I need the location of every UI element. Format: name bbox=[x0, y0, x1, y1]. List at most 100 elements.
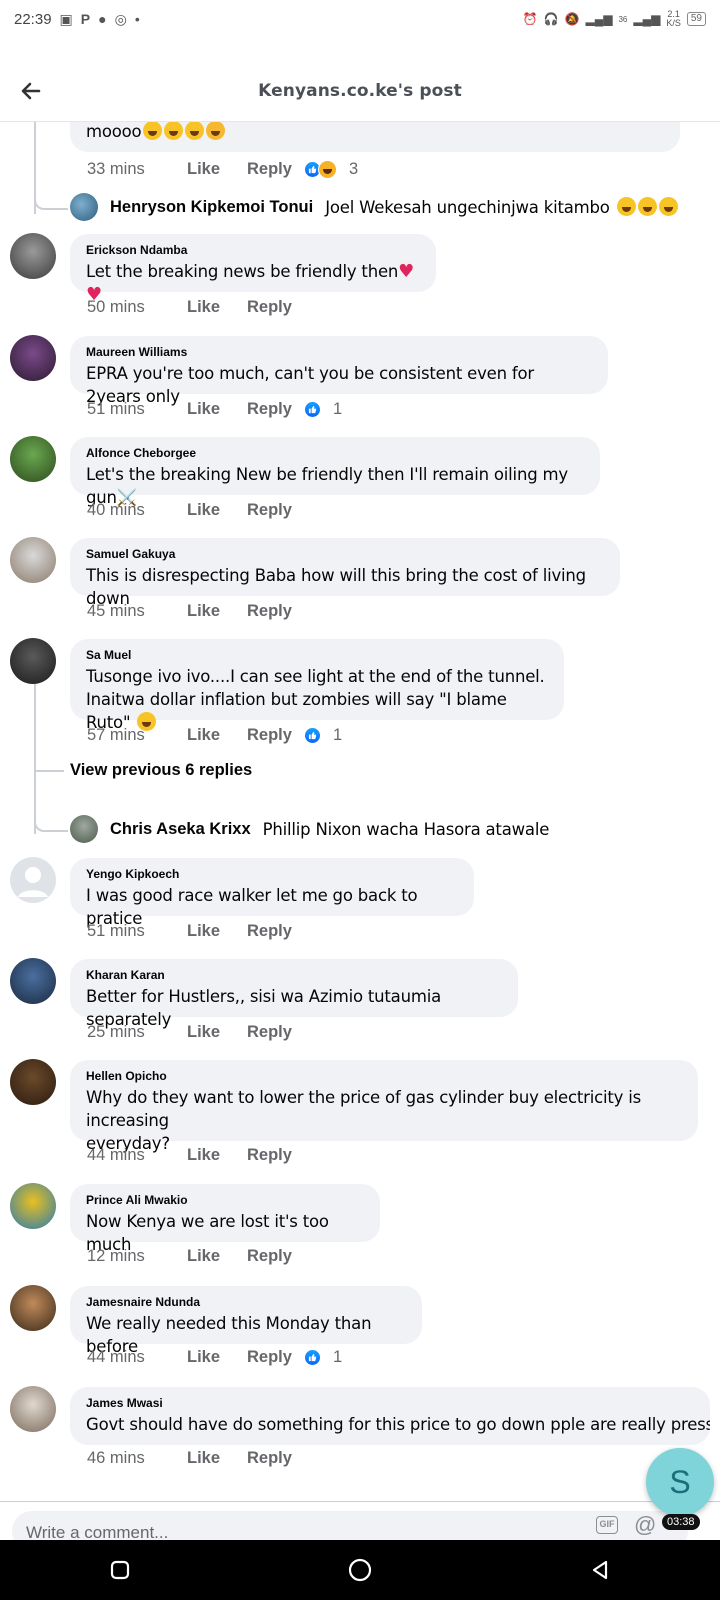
avatar[interactable] bbox=[10, 638, 56, 684]
comment-author[interactable]: Hellen Opicho bbox=[86, 1069, 682, 1083]
like-button[interactable]: Like bbox=[187, 922, 227, 941]
system-icons: ⏰ 🎧 🔕 ▂▄▆ 36 ▂▄▆ 2.1 K/S 59 bbox=[523, 10, 706, 28]
chat-head-timer: 03:38 bbox=[662, 1514, 700, 1530]
home-icon[interactable] bbox=[340, 1550, 380, 1590]
avatar[interactable] bbox=[70, 193, 98, 221]
reply-button[interactable]: Reply bbox=[247, 922, 292, 941]
comment-actions: 44 mins Like Reply 1 bbox=[87, 1348, 342, 1367]
comment-bubble: James Mwasi Govt should have do somethin… bbox=[70, 1387, 710, 1445]
comment-actions: 33 mins Like Reply 3 bbox=[87, 160, 358, 179]
like-button[interactable]: Like bbox=[187, 298, 227, 317]
reply-author[interactable]: Henryson Kipkemoi Tonui bbox=[110, 198, 313, 217]
comment-author[interactable]: Alfonce Cheborgee bbox=[86, 446, 584, 460]
comment-author[interactable]: Kharan Karan bbox=[86, 968, 502, 982]
chat-head-bubble[interactable]: S bbox=[646, 1448, 714, 1516]
reply-button[interactable]: Reply bbox=[247, 1348, 292, 1367]
avatar[interactable] bbox=[10, 233, 56, 279]
comment-author[interactable]: Samuel Gakuya bbox=[86, 547, 604, 561]
like-button[interactable]: Like bbox=[187, 160, 227, 179]
reactions[interactable]: 1 bbox=[303, 726, 343, 745]
recents-icon[interactable] bbox=[100, 1550, 140, 1590]
comment-bubble: Kharan Karan Better for Hustlers,, sisi … bbox=[70, 959, 518, 1029]
comment-composer: Write a comment... GIF @ bbox=[0, 1501, 720, 1551]
avatar[interactable] bbox=[70, 815, 98, 843]
like-button[interactable]: Like bbox=[187, 1247, 227, 1266]
smiling-hearts-emoji-icon bbox=[206, 122, 226, 140]
reaction-count: 1 bbox=[332, 726, 343, 744]
comment-author[interactable]: Sa Muel bbox=[86, 648, 548, 662]
reply-button[interactable]: Reply bbox=[247, 1023, 292, 1042]
back-icon[interactable] bbox=[580, 1550, 620, 1590]
comment-author[interactable]: Yengo Kipkoech bbox=[86, 867, 458, 881]
reactions[interactable]: 1 bbox=[303, 1348, 342, 1367]
comment-author[interactable]: Jamesnaire Ndunda bbox=[86, 1295, 406, 1309]
page-title: Kenyans.co.ke's post bbox=[258, 80, 462, 101]
like-button[interactable]: Like bbox=[187, 400, 227, 419]
reactions[interactable]: 3 bbox=[303, 160, 358, 179]
avatar[interactable] bbox=[10, 958, 56, 1004]
reactions[interactable]: 1 bbox=[303, 400, 342, 419]
avatar[interactable] bbox=[10, 436, 56, 482]
comment-actions: 45 mins Like Reply bbox=[87, 602, 292, 621]
reply-button[interactable]: Reply bbox=[247, 1449, 292, 1468]
comment-actions: 46 mins Like Reply bbox=[87, 1449, 292, 1468]
comment-text: moooo bbox=[86, 122, 664, 143]
gif-icon[interactable]: GIF bbox=[596, 1516, 618, 1534]
like-button[interactable]: Like bbox=[187, 726, 227, 745]
comment-author[interactable]: James Mwasi bbox=[86, 1396, 694, 1410]
speed-top: 36 bbox=[618, 14, 628, 24]
back-arrow-icon[interactable] bbox=[18, 78, 44, 104]
avatar[interactable] bbox=[10, 335, 56, 381]
reply-button[interactable]: Reply bbox=[247, 501, 292, 520]
like-button[interactable]: Like bbox=[187, 602, 227, 621]
reply-button[interactable]: Reply bbox=[247, 1247, 292, 1266]
avatar[interactable] bbox=[10, 1059, 56, 1105]
comment-time: 44 mins bbox=[87, 1146, 145, 1164]
comment-actions: 51 mins Like Reply bbox=[87, 922, 292, 941]
avatar[interactable] bbox=[10, 1285, 56, 1331]
comment-time: 44 mins bbox=[87, 1348, 145, 1366]
post-header: Kenyans.co.ke's post bbox=[0, 60, 720, 122]
parking-icon: P bbox=[80, 11, 91, 27]
reply-button[interactable]: Reply bbox=[247, 298, 292, 317]
comment-time: 46 mins bbox=[87, 1449, 145, 1467]
reply-preview[interactable]: Chris Aseka Krixx Phillip Nixon wacha Ha… bbox=[70, 815, 549, 843]
system-nav-bar bbox=[0, 1540, 720, 1600]
comment-author[interactable]: Prince Ali Mwakio bbox=[86, 1193, 364, 1207]
reply-preview[interactable]: Henryson Kipkemoi Tonui Joel Wekesah ung… bbox=[70, 193, 678, 221]
comments-feed[interactable]: moooo 33 mins Like Reply 3 Henryson Kipk… bbox=[0, 122, 720, 1500]
like-button[interactable]: Like bbox=[187, 1348, 227, 1367]
reply-button[interactable]: Reply bbox=[247, 726, 292, 745]
network-speed: 2.1 K/S bbox=[666, 9, 681, 28]
avatar[interactable] bbox=[10, 857, 56, 903]
like-button[interactable]: Like bbox=[187, 1023, 227, 1042]
view-previous-replies-link[interactable]: View previous 6 replies bbox=[70, 761, 252, 780]
reply-button[interactable]: Reply bbox=[247, 160, 292, 179]
comment-time: 57 mins bbox=[87, 726, 145, 744]
haha-reaction-icon bbox=[317, 160, 337, 179]
comment-actions: 44 mins Like Reply bbox=[87, 1146, 292, 1165]
comment-time: 33 mins bbox=[87, 160, 145, 178]
reply-author[interactable]: Chris Aseka Krixx bbox=[110, 820, 251, 839]
like-button[interactable]: Like bbox=[187, 1449, 227, 1468]
reply-button[interactable]: Reply bbox=[247, 602, 292, 621]
like-button[interactable]: Like bbox=[187, 1146, 227, 1165]
signal-icon: ▂▄▆ bbox=[585, 12, 613, 26]
avatar[interactable] bbox=[10, 537, 56, 583]
rofl-emoji-icon bbox=[185, 122, 205, 140]
alarm-icon: ⏰ bbox=[522, 12, 538, 26]
like-button[interactable]: Like bbox=[187, 501, 227, 520]
like-reaction-icon bbox=[303, 1349, 321, 1366]
reply-button[interactable]: Reply bbox=[247, 1146, 292, 1165]
reply-button[interactable]: Reply bbox=[247, 400, 292, 419]
comment-bubble: Yengo Kipkoech I was good race walker le… bbox=[70, 858, 474, 928]
comment-author[interactable]: Maureen Williams bbox=[86, 345, 592, 359]
thread-elbow bbox=[34, 802, 68, 832]
headset-icon: 🎧 bbox=[543, 12, 559, 26]
avatar[interactable] bbox=[10, 1386, 56, 1432]
mention-icon[interactable]: @ bbox=[634, 1512, 656, 1538]
comment-actions: 51 mins Like Reply 1 bbox=[87, 400, 342, 419]
comment-time: 51 mins bbox=[87, 922, 145, 940]
comment-author[interactable]: Erickson Ndamba bbox=[86, 243, 420, 257]
avatar[interactable] bbox=[10, 1183, 56, 1229]
